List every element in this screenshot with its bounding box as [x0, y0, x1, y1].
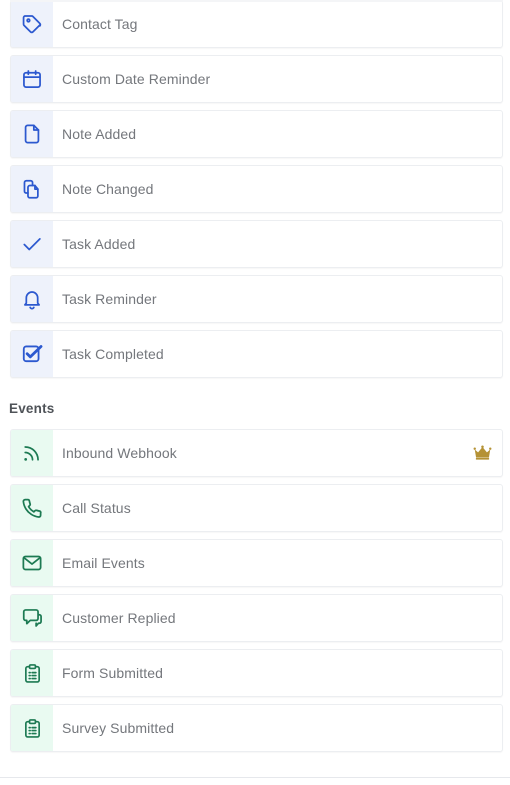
event-item-email-events[interactable]: Email Events [10, 539, 503, 587]
badge-slot [462, 56, 502, 102]
trigger-item-label: Task Added [62, 236, 136, 252]
trigger-item-label: Note Added [62, 126, 137, 142]
event-item-label: Form Submitted [62, 665, 163, 681]
bell-icon [11, 276, 53, 322]
section-heading-events: Events [9, 401, 55, 416]
panel-bottom-divider [0, 777, 510, 778]
event-item-inbound-webhook[interactable]: Inbound Webhook [10, 429, 503, 477]
badge-slot [462, 595, 502, 641]
trigger-item-contact-tag[interactable]: Contact Tag [10, 0, 503, 48]
badge-slot [462, 705, 502, 751]
trigger-list-events: Inbound Webhook Call Status Email Events… [0, 429, 510, 752]
calendar-icon [11, 56, 53, 102]
check-icon [11, 221, 53, 267]
event-item-label: Survey Submitted [62, 720, 175, 736]
event-item-survey-submitted[interactable]: Survey Submitted [10, 704, 503, 752]
copy-document-icon [11, 166, 53, 212]
clipboard-icon [11, 650, 53, 696]
trigger-item-note-changed[interactable]: Note Changed [10, 165, 503, 213]
event-item-label: Customer Replied [62, 610, 176, 626]
trigger-picker-panel: Contact Tag Custom Date Reminder Note Ad… [0, 0, 510, 785]
document-icon [11, 111, 53, 157]
event-item-label: Email Events [62, 555, 145, 571]
trigger-item-label: Task Reminder [62, 291, 157, 307]
trigger-item-label: Task Completed [62, 346, 164, 362]
badge-slot [462, 331, 502, 377]
trigger-item-task-completed[interactable]: Task Completed [10, 330, 503, 378]
badge-slot [462, 166, 502, 212]
badge-slot [462, 485, 502, 531]
trigger-item-custom-date-reminder[interactable]: Custom Date Reminder [10, 55, 503, 103]
rss-webhook-icon [11, 430, 53, 476]
trigger-list-blue: Contact Tag Custom Date Reminder Note Ad… [0, 0, 510, 378]
trigger-item-task-reminder[interactable]: Task Reminder [10, 275, 503, 323]
phone-icon [11, 485, 53, 531]
trigger-item-task-added[interactable]: Task Added [10, 220, 503, 268]
trigger-item-label: Contact Tag [62, 16, 138, 32]
envelope-icon [11, 540, 53, 586]
chat-bubbles-icon [11, 595, 53, 641]
event-item-call-status[interactable]: Call Status [10, 484, 503, 532]
checkbox-checked-icon [11, 331, 53, 377]
badge-slot [462, 111, 502, 157]
badge-slot [462, 276, 502, 322]
trigger-item-label: Note Changed [62, 181, 154, 197]
badge-slot [462, 650, 502, 696]
tag-icon [11, 1, 53, 47]
event-item-form-submitted[interactable]: Form Submitted [10, 649, 503, 697]
trigger-item-label: Custom Date Reminder [62, 71, 211, 87]
clipboard-icon [11, 705, 53, 751]
event-item-customer-replied[interactable]: Customer Replied [10, 594, 503, 642]
trigger-item-note-added[interactable]: Note Added [10, 110, 503, 158]
badge-slot [462, 221, 502, 267]
panel-top-edge [10, 0, 503, 2]
event-item-label: Inbound Webhook [62, 445, 177, 461]
badge-slot [462, 1, 502, 47]
crown-icon [462, 430, 502, 476]
event-item-label: Call Status [62, 500, 131, 516]
badge-slot [462, 540, 502, 586]
